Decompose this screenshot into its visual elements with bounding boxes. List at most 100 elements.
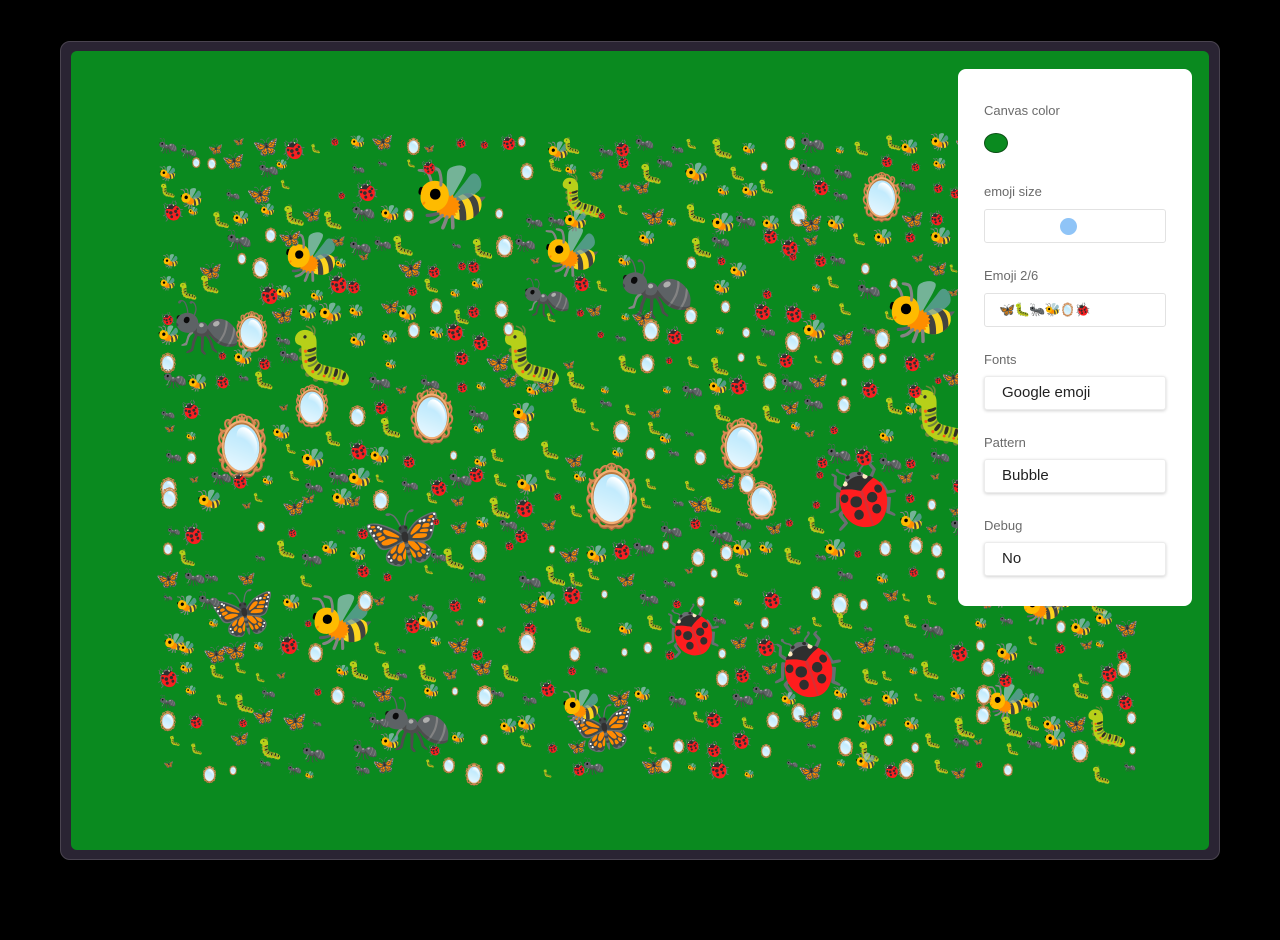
canvas-color-swatch[interactable] xyxy=(984,133,1008,153)
mirror-icon: 🪞 xyxy=(399,387,465,447)
ladybug-icon: 🐞 xyxy=(670,599,684,611)
ant-icon: 🐜 xyxy=(197,589,222,612)
bee-icon: 🐝 xyxy=(516,714,538,735)
ladybug-icon: 🐞 xyxy=(464,259,483,276)
caterpillar-icon: 🐛 xyxy=(595,279,610,293)
mirror-icon: 🪞 xyxy=(839,377,850,387)
mirror-icon: 🪞 xyxy=(881,733,897,748)
ladybug-icon: 🐞 xyxy=(565,665,579,677)
bee-icon: 🐝 xyxy=(600,386,611,396)
ladybug-icon: 🐞 xyxy=(400,454,418,471)
emoji-size-slider-thumb[interactable] xyxy=(1060,218,1077,235)
pattern-select[interactable]: Bubble xyxy=(984,459,1166,493)
mirror-icon: 🪞 xyxy=(691,448,710,467)
mirror-icon: 🪞 xyxy=(190,157,203,169)
mirror-icon: 🪞 xyxy=(758,744,775,760)
ant-icon: 🐜 xyxy=(368,370,392,393)
ant-icon: 🐜 xyxy=(160,406,176,421)
butterfly-icon: 🦋 xyxy=(882,588,900,605)
mirror-icon: 🪞 xyxy=(255,522,268,534)
mirror-icon: 🪞 xyxy=(858,352,879,372)
bee-icon: 🐝 xyxy=(880,689,901,708)
caterpillar-icon: 🐛 xyxy=(347,659,371,682)
ant-icon: 🐜 xyxy=(1123,761,1137,773)
caterpillar-icon: 🐛 xyxy=(754,354,769,368)
mirror-icon: 🪞 xyxy=(894,758,919,781)
butterfly-icon: 🦋 xyxy=(301,492,316,506)
butterfly-icon: 🦋 xyxy=(372,594,387,608)
caterpillar-icon: 🐛 xyxy=(538,440,562,462)
bee-icon: 🐝 xyxy=(281,593,302,613)
caterpillar-icon: 🐛 xyxy=(805,515,827,536)
butterfly-icon: 🦋 xyxy=(446,634,471,657)
ladybug-icon: 🐞 xyxy=(155,665,182,690)
caterpillar-icon: 🐛 xyxy=(252,493,265,504)
ladybug-icon: 🐞 xyxy=(353,561,373,580)
mirror-icon: 🪞 xyxy=(448,451,460,462)
mirror-icon: 🪞 xyxy=(619,647,630,657)
emoji-size-slider[interactable] xyxy=(984,209,1166,243)
bee-icon: 🐝 xyxy=(253,642,265,653)
ladybug-icon: 🐞 xyxy=(478,140,491,151)
ladybug-icon: 🐞 xyxy=(451,348,472,368)
caterpillar-icon: 🐛 xyxy=(287,471,301,483)
caterpillar-icon: 🐛 xyxy=(711,403,733,424)
ladybug-icon: 🐞 xyxy=(303,619,314,628)
butterfly-icon: 🦋 xyxy=(229,728,250,748)
bee-icon: 🐝 xyxy=(898,509,925,534)
ladybug-icon: 🐞 xyxy=(878,154,896,170)
ant-icon: 🐜 xyxy=(300,547,324,569)
ladybug-icon: 🐞 xyxy=(927,209,946,228)
ant-icon: 🐜 xyxy=(351,162,366,176)
ant-icon: 🐜 xyxy=(828,252,847,269)
ant-icon: 🐜 xyxy=(396,646,407,656)
caterpillar-icon: 🐛 xyxy=(440,546,467,571)
butterfly-icon: 🦋 xyxy=(859,694,874,708)
butterfly-icon: 🦋 xyxy=(950,766,967,782)
mirror-icon: 🪞 xyxy=(828,348,847,367)
ladybug-icon: 🐞 xyxy=(160,198,186,223)
caterpillar-icon: 🐛 xyxy=(1023,716,1041,733)
caterpillar-icon: 🐛 xyxy=(859,667,880,687)
mirror-icon: 🪞 xyxy=(1127,745,1138,755)
butterfly-icon: 🦋 xyxy=(788,623,803,637)
caterpillar-icon: 🐛 xyxy=(834,611,855,631)
caterpillar-icon: 🐛 xyxy=(757,179,775,196)
ladybug-icon: 🐞 xyxy=(596,210,607,220)
mirror-icon: 🪞 xyxy=(183,451,199,466)
fonts-select[interactable]: Google emoji xyxy=(984,376,1166,410)
caterpillar-icon: 🐛 xyxy=(257,736,284,761)
bee-icon: 🐝 xyxy=(836,758,847,768)
emoji-input[interactable]: 🦋🐛🐜🐝🪞🐞 xyxy=(984,293,1166,327)
ant-icon: 🐜 xyxy=(165,448,183,465)
ladybug-icon: 🐞 xyxy=(900,352,924,374)
butterfly-icon: 🦋 xyxy=(853,634,878,657)
mirror-icon: 🪞 xyxy=(641,641,655,655)
mirror-icon: 🪞 xyxy=(734,471,761,496)
bee-icon: 🐝 xyxy=(175,594,200,617)
ladybug-icon: 🐞 xyxy=(729,729,753,752)
bee-icon: 🐝 xyxy=(429,637,443,649)
bee-icon: 🐝 xyxy=(637,229,657,248)
mirror-icon: 🪞 xyxy=(509,418,534,443)
mirror-icon: 🪞 xyxy=(1124,710,1139,725)
ladybug-icon: 🐞 xyxy=(464,464,488,486)
emoji-size-label: emoji size xyxy=(984,184,1042,199)
bee-icon: 🐝 xyxy=(449,289,461,300)
ladybug-icon: 🐞 xyxy=(752,634,779,659)
bee-icon: 🐝 xyxy=(159,275,177,292)
ant-icon: 🐜 xyxy=(614,332,627,344)
fonts-field: Fonts Google emoji xyxy=(984,352,1166,410)
butterfly-icon: 🦋 xyxy=(780,397,800,417)
butterfly-icon: 🦋 xyxy=(632,178,651,197)
caterpillar-icon: 🐛 xyxy=(616,204,630,216)
debug-select[interactable]: No xyxy=(984,542,1166,576)
ant-icon: 🐜 xyxy=(599,396,613,410)
mirror-icon: 🪞 xyxy=(928,542,946,559)
bee-icon: 🐝 xyxy=(470,277,485,291)
bee-icon: 🐝 xyxy=(422,683,440,700)
bee-icon: 🐝 xyxy=(379,732,401,753)
butterfly-icon: 🦋 xyxy=(900,208,925,231)
debug-field: Debug No xyxy=(984,518,1166,576)
mirror-icon: 🪞 xyxy=(857,598,871,612)
